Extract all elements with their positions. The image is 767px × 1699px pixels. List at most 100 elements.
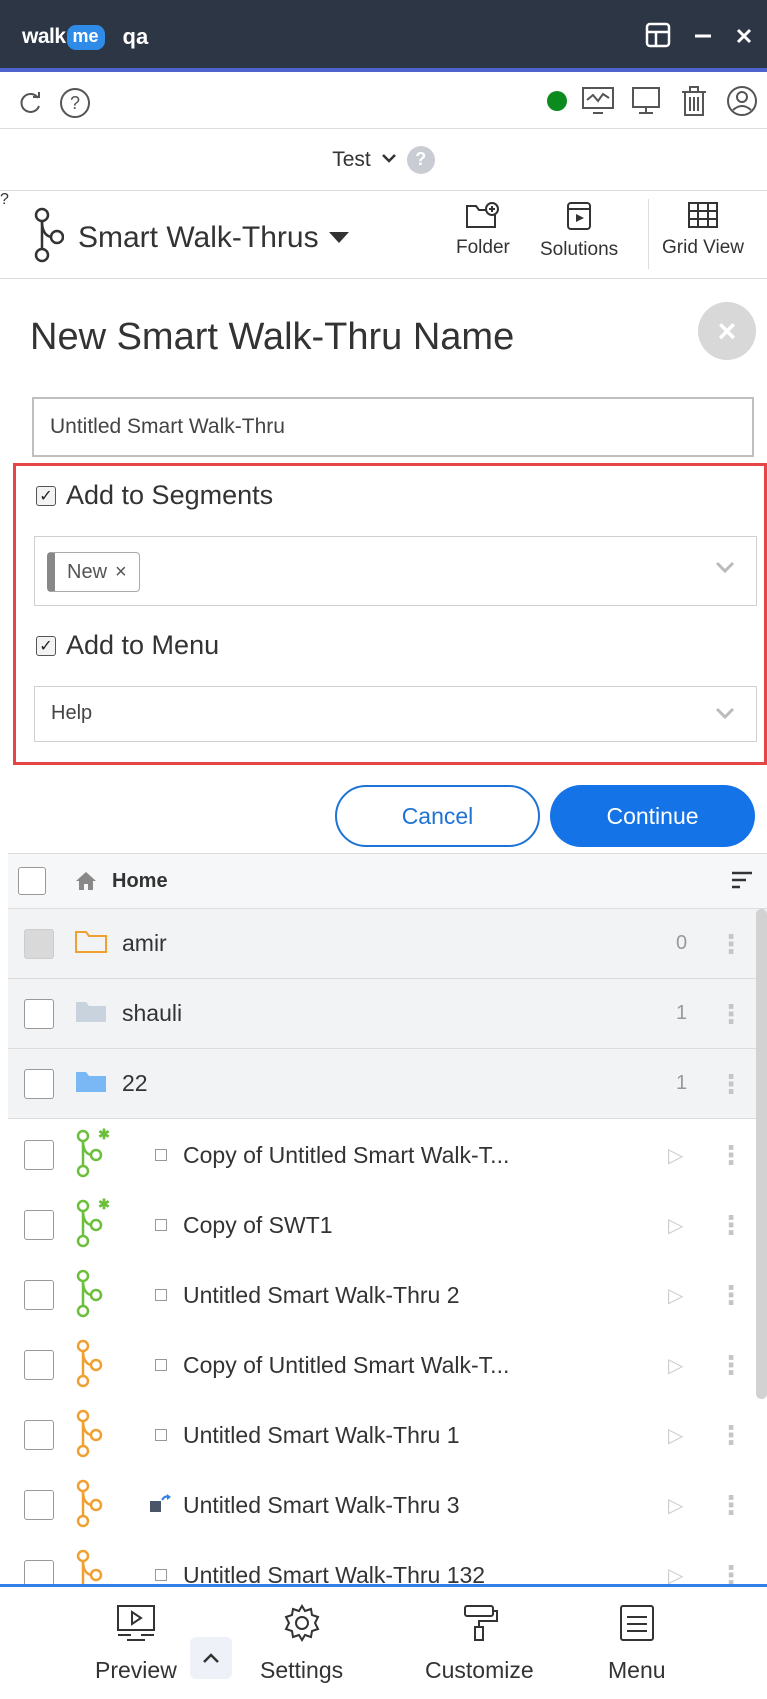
system-name: qa [122,24,149,49]
more-options-icon[interactable]: ⋮ [718,1001,744,1027]
menu-select[interactable]: Help [34,686,757,742]
grid-view-icon [687,201,719,235]
more-options-icon[interactable]: ⋮ [718,1282,744,1308]
app-selector[interactable]: Smart Walk-Thrus [32,207,349,268]
folder-row[interactable]: amir 0 ⋮ [8,909,767,979]
swt-orange-icon [74,1338,110,1393]
list-item[interactable]: Copy of Untitled Smart Walk-T... ▷ ⋮ [8,1330,767,1400]
more-options-icon[interactable]: ⋮ [718,1562,744,1584]
solutions-button[interactable]: Solutions [540,201,618,261]
nav-customize[interactable]: Customize [425,1603,534,1684]
status-square [155,1569,167,1581]
add-to-menu-checkbox[interactable]: ✓ [36,635,56,656]
published-sync-icon [148,1492,172,1519]
more-options-icon[interactable]: ⋮ [718,1422,744,1448]
play-icon[interactable]: ▷ [668,1283,683,1308]
play-icon[interactable]: ▷ [668,1353,683,1378]
help-icon[interactable]: ? [58,86,92,120]
more-options-icon[interactable]: ⋮ [718,1212,744,1238]
caret-down-icon[interactable] [328,232,349,243]
sort-icon[interactable] [731,870,753,895]
cancel-button[interactable]: Cancel [335,785,540,847]
minimize-icon[interactable] [693,25,713,50]
menu-chevron-icon[interactable] [714,703,736,726]
more-options-icon[interactable]: ⋮ [718,1071,744,1097]
play-icon[interactable]: ▷ [668,1213,683,1238]
continue-button[interactable]: Continue [550,785,755,847]
status-square [155,1429,167,1441]
more-options-icon[interactable]: ⋮ [718,1352,744,1378]
item-name: Untitled Smart Walk-Thru 132 [183,1561,486,1585]
more-options-icon[interactable]: ⋮ [718,931,744,957]
chevron-down-icon[interactable] [381,151,397,169]
item-name: Copy of SWT1 [183,1211,333,1238]
expand-up-button[interactable] [190,1637,232,1679]
folder-filled-icon [74,998,108,1029]
list-item[interactable]: ✱ Copy of Untitled Smart Walk-T... ▷ ⋮ [8,1120,767,1190]
status-square [155,1359,167,1371]
preview-icon [115,1603,157,1649]
row-checkbox[interactable] [24,1068,54,1099]
folder-count: 1 [676,1002,688,1024]
row-checkbox[interactable] [24,1490,54,1520]
svg-text:✱: ✱ [98,1198,110,1212]
add-to-menu-label: Add to Menu [66,630,220,660]
close-window-icon[interactable] [735,26,753,50]
row-checkbox[interactable] [24,1140,54,1170]
list-item[interactable]: Untitled Smart Walk-Thru 2 ▷ ⋮ [8,1260,767,1330]
swt-green-icon [74,1268,110,1323]
folder-row[interactable]: 22 1 ⋮ [8,1049,767,1119]
list-scrollbar[interactable] [756,909,767,1399]
list-header: Home [8,853,767,909]
svg-text:✱: ✱ [98,1128,110,1142]
segments-chevron-icon[interactable] [714,557,736,580]
row-checkbox[interactable] [24,1280,54,1310]
select-all-checkbox[interactable] [18,867,46,895]
row-checkbox[interactable] [24,1350,54,1380]
walkthru-name-input[interactable] [32,397,754,457]
app-help-icon[interactable]: ? [0,191,9,208]
more-options-icon[interactable]: ⋮ [718,1492,744,1518]
more-options-icon[interactable]: ⋮ [718,1142,744,1168]
new-folder-button[interactable]: Folder [456,201,510,259]
trash-icon[interactable] [677,84,711,118]
row-checkbox[interactable] [24,1210,54,1240]
refresh-icon[interactable] [14,86,48,120]
play-icon[interactable]: ▷ [668,1493,683,1518]
environment-selector-row: Test ? [0,129,767,191]
environment-dropdown[interactable]: Test [332,148,371,172]
row-checkbox[interactable] [24,998,54,1029]
swt-orange-icon [74,1548,110,1584]
svg-text:?: ? [70,93,80,113]
play-icon[interactable]: ▷ [668,1563,683,1585]
grid-view-button[interactable]: Grid View [662,201,744,259]
nav-settings[interactable]: Settings [260,1603,343,1684]
row-checkbox[interactable] [24,1420,54,1450]
folder-row[interactable]: shauli 1 ⋮ [8,979,767,1049]
monitor-analytics-icon[interactable] [581,84,615,118]
folder-name: shauli [122,1000,183,1026]
close-form-icon[interactable]: × [698,302,756,360]
list-item[interactable]: Untitled Smart Walk-Thru 132 ▷ ⋮ [8,1540,767,1584]
breadcrumb-home[interactable]: Home [112,870,168,893]
nav-customize-label: Customize [425,1657,534,1683]
list-item[interactable]: Untitled Smart Walk-Thru 3 ▷ ⋮ [8,1470,767,1540]
add-to-segments-checkbox[interactable]: ✓ [36,485,56,506]
list-item[interactable]: Untitled Smart Walk-Thru 1 ▷ ⋮ [8,1400,767,1470]
row-checkbox[interactable] [24,1560,54,1584]
user-profile-icon[interactable] [725,84,759,118]
row-checkbox[interactable] [24,928,54,959]
play-icon[interactable]: ▷ [668,1423,683,1448]
play-icon[interactable]: ▷ [668,1143,683,1168]
desktop-icon[interactable] [629,84,663,118]
list-item[interactable]: ✱ Copy of SWT1 ▷ ⋮ [8,1190,767,1260]
nav-menu[interactable]: Menu [608,1603,666,1684]
menu-list-icon [617,1603,657,1649]
remove-segment-icon[interactable]: × [115,561,127,584]
home-icon[interactable] [74,870,98,897]
nav-preview-label: Preview [95,1657,177,1683]
environment-help-icon[interactable]: ? [406,145,435,174]
segments-select[interactable]: New × [34,536,757,606]
nav-preview[interactable]: Preview [95,1603,177,1684]
layout-toggle-icon[interactable] [645,22,671,53]
